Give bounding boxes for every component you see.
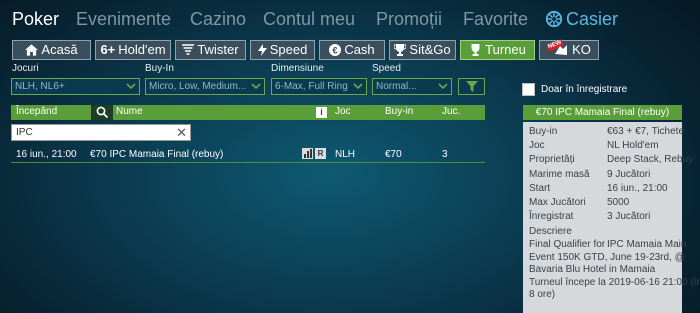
tab-label: Twister [197,42,239,57]
chevron-down-icon [353,83,363,90]
detail-value: 5000 [607,197,630,208]
filter-buyin-select[interactable]: Micro, Low, Medium... [145,78,265,95]
table-row[interactable]: 16 iun., 21:00 €70 IPC Mamaia Final (reb… [11,147,485,163]
details-panel: Buy-in €63 + €7, Tichete Joc NL Hold'em … [523,122,700,313]
nav-casier[interactable]: Casier [566,9,618,30]
detail-value: 9 Jucători [607,169,651,180]
filter-dimensiune-select[interactable]: 6-Max, Full Ring [271,78,367,95]
tab-sitgo[interactable]: Sit&Go [389,40,456,60]
info-icon[interactable]: i [316,107,327,118]
tournament-search-input[interactable]: IPC ✕ [11,124,191,141]
tab-cash[interactable]: € Cash [319,40,385,60]
detail-key: Buy-in [529,126,558,137]
cashier-gear-icon[interactable] [545,10,563,28]
filter-jocuri-select[interactable]: NLH, NL6+ [11,78,140,95]
lightning-icon [257,44,267,56]
svg-text:€: € [333,45,338,55]
detail-value: 3 Jucători [607,211,651,222]
tab-label: Turneu [485,42,526,57]
top-nav: Poker Evenimente Cazino Contul meu Promo… [0,0,700,38]
description-text: Bavaria Blu Hotel in Mamaia [529,264,656,275]
filter-button[interactable] [458,78,485,95]
bar-chart-icon [302,148,313,159]
tab-label: Acasă [41,42,78,57]
chevron-down-icon [126,83,136,90]
tab-label: Cash [344,42,375,57]
chevron-down-icon [438,83,448,90]
detail-value: Deep Stack, Rebuy [607,154,694,165]
row-start: 16 iun., 21:00 [16,149,77,160]
row-name: €70 IPC Mamaia Final (rebuy) [90,149,224,160]
only-registering-label: Doar în înregistrare [541,84,628,95]
tab-label: Hold'em [118,42,166,57]
nav-favorite[interactable]: Favorite [463,9,528,30]
description-text: IPC Mamaia Main [607,239,687,250]
detail-key: Înregistrat [529,211,574,222]
description-label: Descriere [529,226,572,237]
row-game: NLH [335,149,356,160]
detail-value: 16 iun., 21:00 [607,183,668,194]
funnel-icon [466,81,478,92]
col-game-header[interactable]: Joc [335,106,351,117]
trophy-icon [394,44,407,56]
detail-value: €63 + €7, Tichete [607,126,685,137]
nav-evenimente[interactable]: Evenimente [76,9,171,30]
start-time-note: Turneul începe la 2019-06-16 21:00 (în [529,277,700,288]
filter-buyin-label: Buy-In [145,63,174,74]
rebuy-badge: R [315,148,326,159]
search-toggle-button[interactable] [91,105,113,120]
row-players: 3 [442,149,448,160]
tab-turneu[interactable]: Turneu [460,40,535,60]
twister-icon [182,44,195,55]
tab-label: Speed [269,42,308,57]
detail-key: Max Jucători [529,197,586,208]
description-text: Event 150K GTD, June 19-23rd, @ [529,252,685,263]
home-icon [25,44,39,56]
col-players-header[interactable]: Juc. [442,106,460,117]
detail-value: NL Hold'em [607,140,659,151]
col-start-header[interactable]: Începând [16,106,57,117]
tab-twister[interactable]: Twister [175,40,246,60]
detail-key: Joc [529,140,545,151]
detail-key: Proprietăți [529,154,575,165]
row-buyin: €70 [385,149,402,160]
details-title: €70 IPC Mamaia Final (rebuy) [523,105,682,120]
start-time-note: 8 ore) [529,289,556,300]
search-icon [96,106,108,118]
detail-key: Marime masă [529,169,590,180]
nav-promotii[interactable]: Promoții [376,9,442,30]
nav-poker[interactable]: Poker [12,9,59,30]
tab-label: KO [572,42,591,57]
six-plus-icon: 6+ [100,42,116,57]
tab-holdem[interactable]: 6+ Hold'em [95,40,171,60]
tab-acasa[interactable]: Acasă [12,40,91,60]
col-name-header[interactable]: Nume [116,106,143,117]
filter-speed-label: Speed [372,63,401,74]
ko-new-icon: NEW [546,39,569,58]
tab-label: Sit&Go [409,42,451,57]
nav-cazino[interactable]: Cazino [190,9,246,30]
filter-jocuri-label: Jocuri [12,63,39,74]
col-buyin-header[interactable]: Buy-in [385,106,413,117]
tab-speed[interactable]: Speed [250,40,315,60]
detail-key: Start [529,183,551,194]
filter-speed-select[interactable]: Normal... [372,78,452,95]
only-registering-checkbox[interactable] [522,83,535,96]
tournament-trophy-icon [471,44,480,56]
tournament-table-header: Începând Nume i Joc Buy-in Juc. [11,105,485,120]
chevron-down-icon [251,83,261,90]
cash-icon: € [329,44,342,56]
nav-contul-meu[interactable]: Contul meu [263,9,355,30]
filter-dimensiune-label: Dimensiune [271,63,324,74]
description-text: Final Qualifier for [529,239,606,250]
tab-ko[interactable]: NEW KO [539,39,599,60]
clear-search-icon[interactable]: ✕ [176,125,187,140]
